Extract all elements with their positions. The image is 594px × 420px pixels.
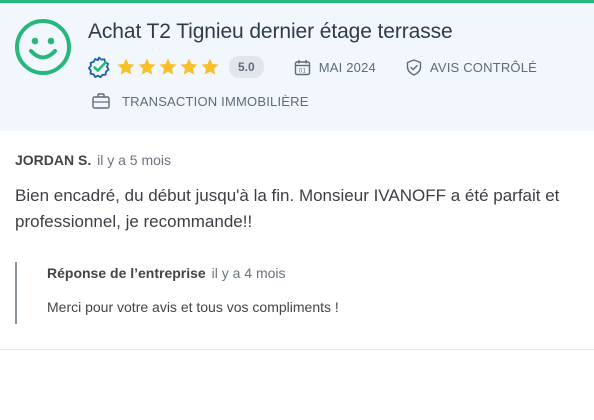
review-card: Achat T2 Tignieu dernier étage terrasse … xyxy=(0,0,594,350)
verified-status: AVIS CONTRÔLÉ xyxy=(406,58,538,76)
star-icon xyxy=(138,58,156,75)
review-text: Bien encadré, du début jusqu'à la fin. M… xyxy=(15,186,560,231)
review-title: Achat T2 Tignieu dernier étage terrasse xyxy=(88,20,453,43)
review-date-label: MAI 2024 xyxy=(318,59,376,75)
star-icon xyxy=(180,58,198,75)
star-rating xyxy=(116,57,221,77)
category-row: TRANSACTION IMMOBILIÈRE xyxy=(92,91,309,111)
verified-check-icon xyxy=(88,56,110,78)
review-time-ago: il y a 5 mois xyxy=(97,152,172,168)
rating-row: 5.0 01 MAI 2024 AVIS CONTRÔLÉ xyxy=(88,55,537,79)
briefcase-icon xyxy=(92,93,110,109)
review-header: Achat T2 Tignieu dernier étage terrasse … xyxy=(0,3,594,131)
svg-text:01: 01 xyxy=(299,68,307,74)
verified-label: AVIS CONTRÔLÉ xyxy=(429,59,538,75)
score-badge: 5.0 xyxy=(229,56,264,78)
category-label: TRANSACTION IMMOBILIÈRE xyxy=(122,93,309,109)
reply-header: Réponse de l’entreprise il y a 4 mois xyxy=(47,265,575,281)
author-line: JORDAN S. il y a 5 mois xyxy=(15,152,585,168)
shield-check-icon xyxy=(406,58,422,76)
calendar-icon: 01 xyxy=(294,59,310,75)
review-body: JORDAN S. il y a 5 mois Bien encadré, du… xyxy=(15,152,585,235)
reply-author: Réponse de l’entreprise xyxy=(47,265,206,281)
company-reply: Réponse de l’entreprise il y a 4 mois Me… xyxy=(15,262,575,324)
star-icon xyxy=(117,58,135,75)
reply-time-ago: il y a 4 mois xyxy=(211,265,286,281)
reply-text: Merci pour votre avis et tous vos compli… xyxy=(47,299,339,315)
star-icon xyxy=(159,58,177,75)
smiley-icon xyxy=(15,19,71,75)
review-date: 01 MAI 2024 xyxy=(294,59,376,76)
star-icon xyxy=(201,58,219,75)
author-name: JORDAN S. xyxy=(15,152,92,168)
